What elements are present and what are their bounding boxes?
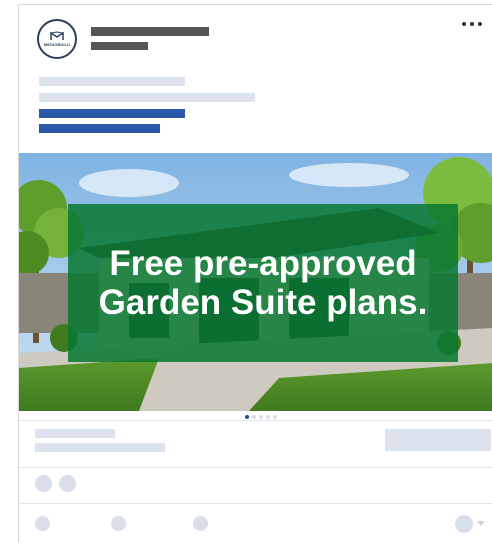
reaction-icon-1[interactable] (35, 475, 52, 492)
divider-1 (19, 420, 492, 421)
carousel-dot-4[interactable] (266, 415, 270, 419)
carousel-dot-5[interactable] (273, 415, 277, 419)
like-button-icon[interactable] (35, 516, 50, 531)
sponsored-label-placeholder (91, 42, 148, 50)
cta-button[interactable] (385, 429, 491, 451)
ad-text-line-2 (39, 93, 255, 102)
share-button-icon[interactable] (193, 516, 208, 531)
advertiser-avatar[interactable]: MEDIOBUILD (37, 19, 77, 59)
carousel-dot-3[interactable] (259, 415, 263, 419)
image-headline: Free pre-approved Garden Suite plans. (98, 244, 428, 322)
ad-image[interactable]: Free pre-approved Garden Suite plans. (19, 153, 492, 411)
reaction-selector-icon[interactable] (455, 515, 473, 533)
carousel-dot-2[interactable] (252, 415, 256, 419)
divider-3 (19, 503, 492, 504)
divider-2 (19, 467, 492, 468)
link-title-placeholder (35, 429, 115, 438)
advertiser-logo-text: MEDIOBUILD (43, 42, 71, 47)
link-subtitle-placeholder (35, 443, 165, 452)
reaction-icon-2[interactable] (59, 475, 76, 492)
carousel-indicator (245, 415, 277, 419)
more-options-icon[interactable] (461, 17, 487, 31)
carousel-dot-1[interactable] (245, 415, 249, 419)
ad-link-line-1[interactable] (39, 109, 185, 118)
advertiser-name-placeholder[interactable] (91, 27, 209, 36)
chevron-down-icon[interactable] (477, 521, 485, 527)
ad-link-line-2[interactable] (39, 124, 160, 133)
ad-text-line-1 (39, 77, 185, 86)
house-roof-icon (50, 31, 64, 40)
headline-overlay: Free pre-approved Garden Suite plans. (68, 204, 458, 362)
ad-card: MEDIOBUILD Free pre-approved Garden Suit… (18, 4, 492, 543)
comment-button-icon[interactable] (111, 516, 126, 531)
